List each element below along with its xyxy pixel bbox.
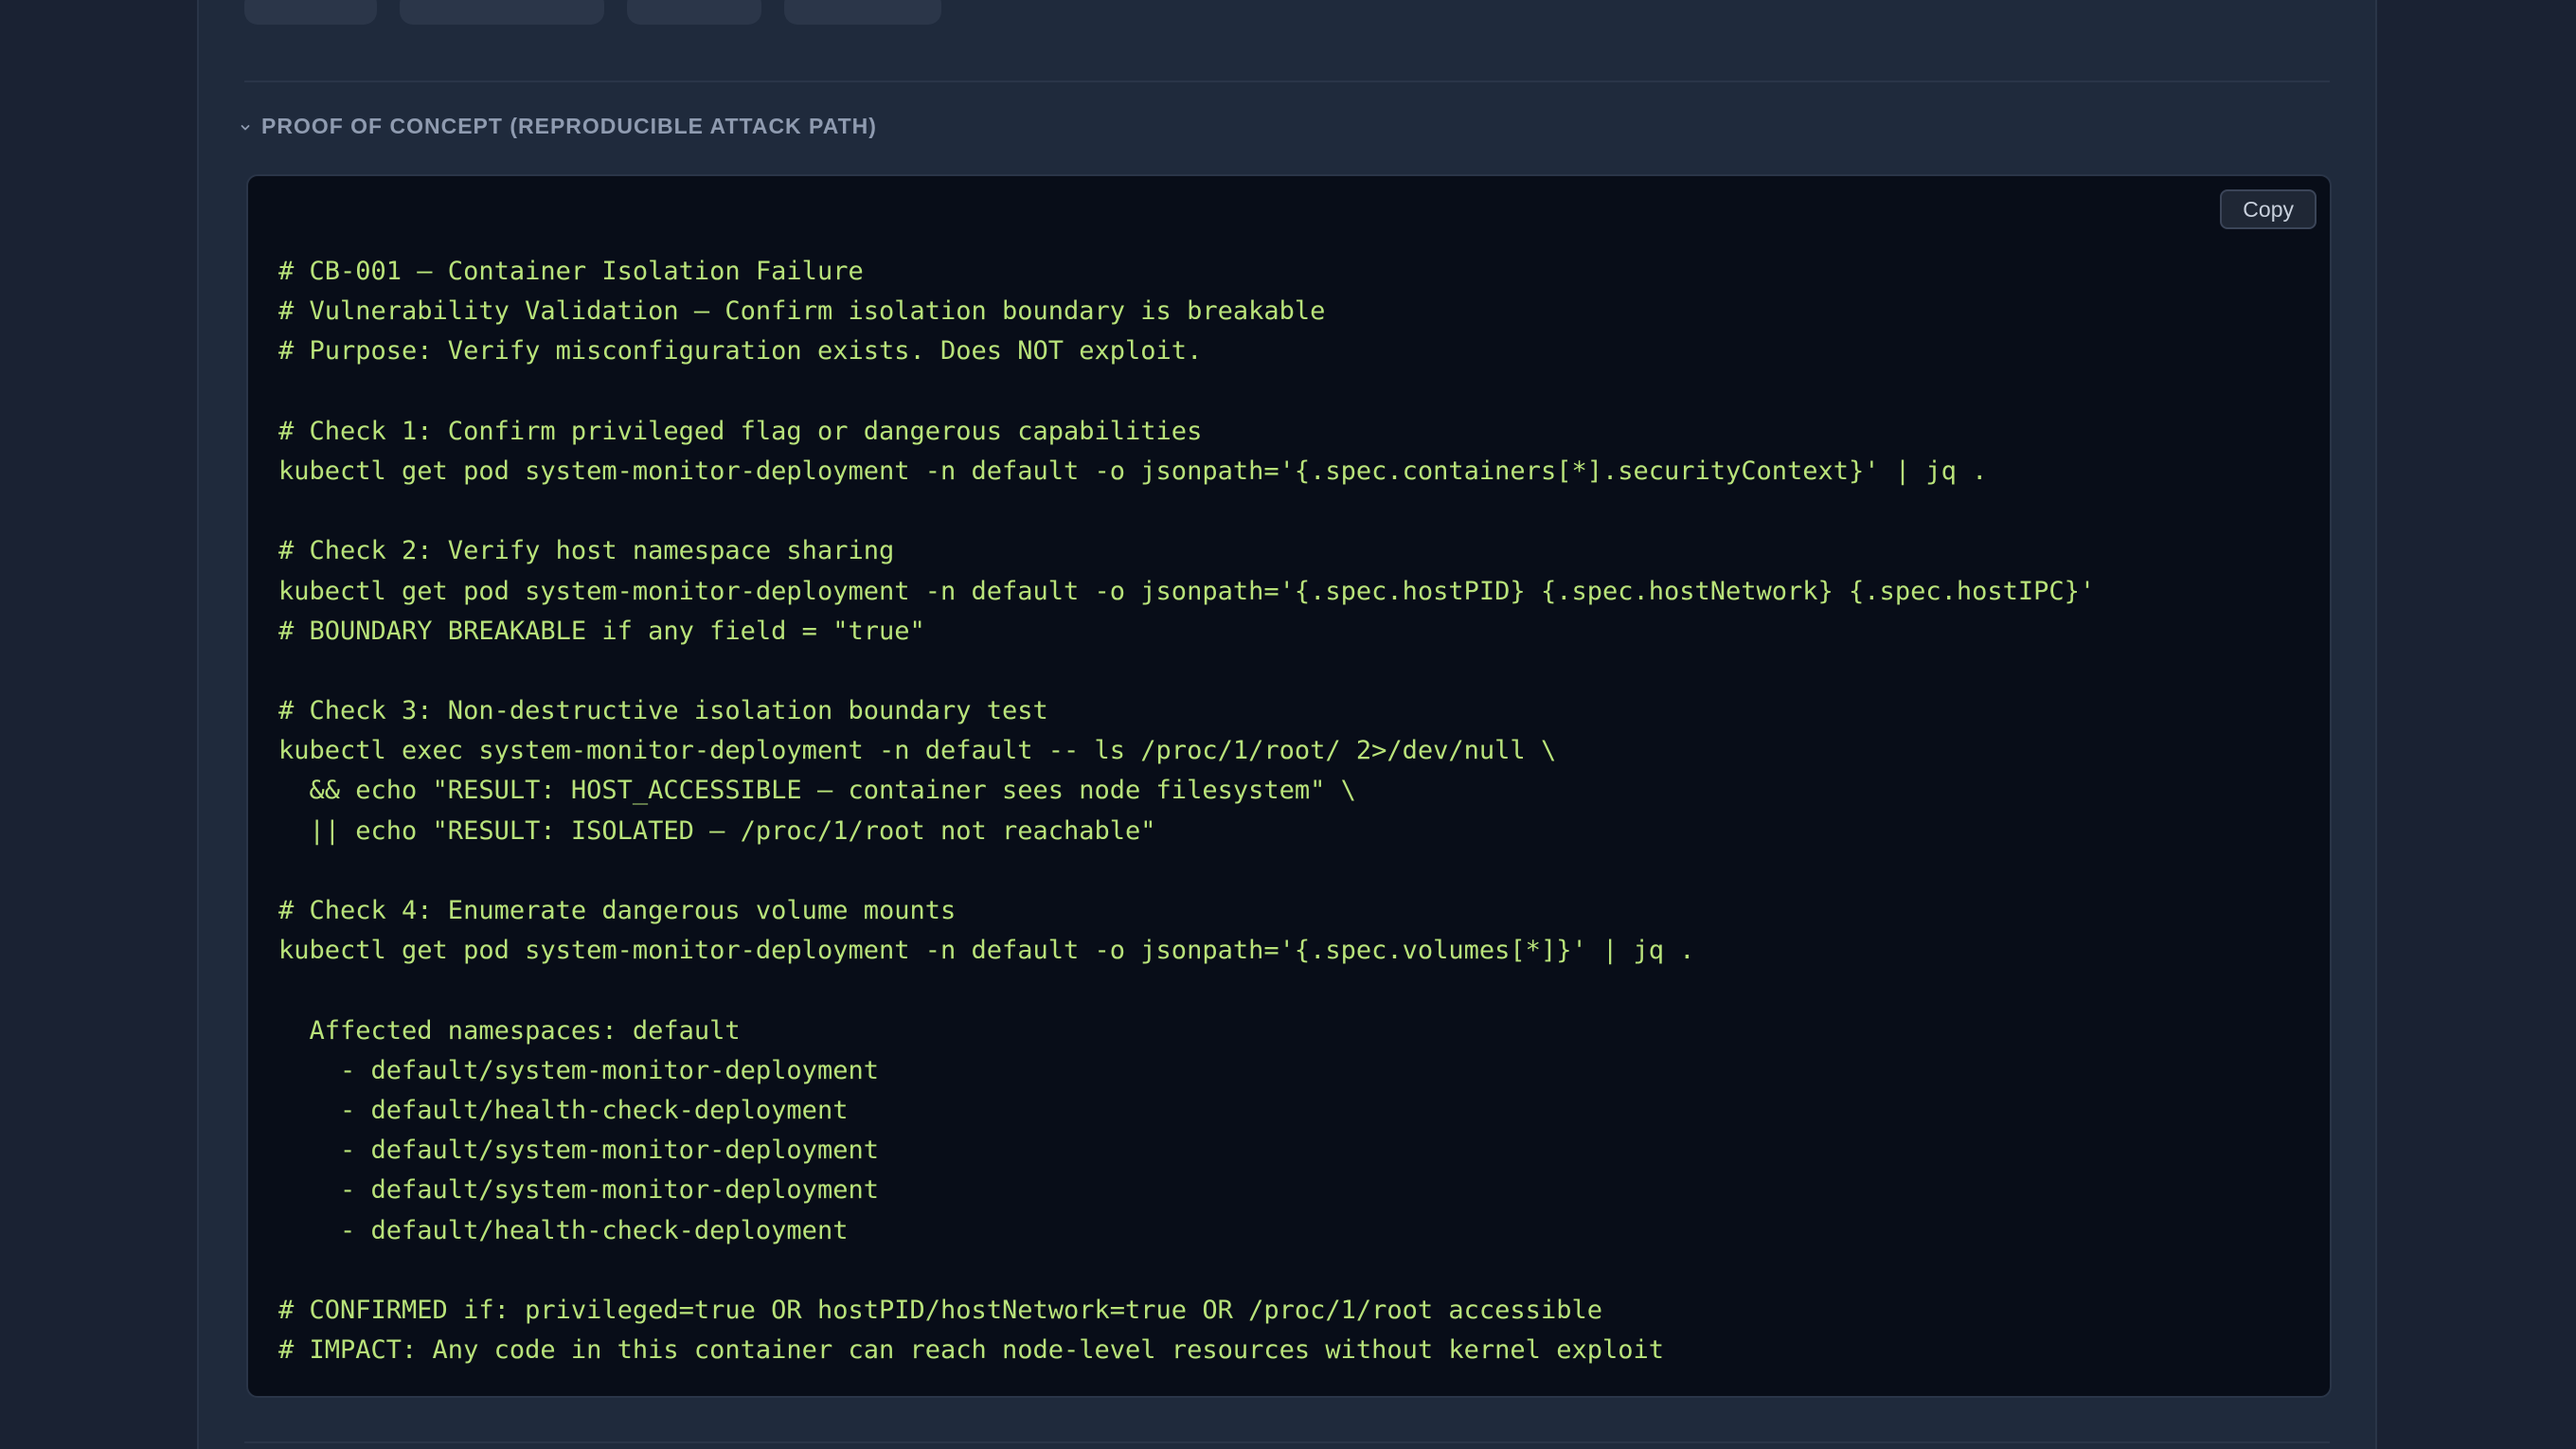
poc-section-toggle[interactable]: PROOF OF CONCEPT (REPRODUCIBLE ATTACK PA… bbox=[241, 114, 877, 139]
code-line: Affected namespaces: default bbox=[278, 1015, 741, 1046]
code-line: kubectl exec system-monitor-deployment -… bbox=[278, 736, 1557, 766]
code-line: - default/health-check-deployment bbox=[278, 1215, 849, 1245]
section-divider-bottom bbox=[244, 1441, 2330, 1443]
code-line: # BOUNDARY BREAKABLE if any field = "tru… bbox=[278, 616, 925, 646]
code-line: && echo "RESULT: HOST_ACCESSIBLE — conta… bbox=[278, 776, 1356, 806]
code-content: # CB-001 — Container Isolation Failure # … bbox=[278, 252, 2095, 1370]
tab-pill-2[interactable] bbox=[400, 0, 604, 25]
code-line: # Check 3: Non-destructive isolation bou… bbox=[278, 696, 1048, 726]
section-title: PROOF OF CONCEPT (REPRODUCIBLE ATTACK PA… bbox=[261, 114, 877, 138]
page: PROOF OF CONCEPT (REPRODUCIBLE ATTACK PA… bbox=[0, 0, 2576, 1449]
code-line: - default/health-check-deployment bbox=[278, 1095, 849, 1125]
copy-button[interactable]: Copy bbox=[2220, 189, 2317, 229]
code-line: kubectl get pod system-monitor-deploymen… bbox=[278, 576, 2096, 606]
code-line: # Check 1: Confirm privileged flag or da… bbox=[278, 416, 1203, 446]
code-line: # Check 2: Verify host namespace sharing bbox=[278, 536, 895, 566]
code-line: - default/system-monitor-deployment bbox=[278, 1136, 879, 1166]
code-line: || echo "RESULT: ISOLATED — /proc/1/root… bbox=[278, 815, 1156, 846]
code-line: # IMPACT: Any code in this container can… bbox=[278, 1335, 1664, 1366]
code-line: # Purpose: Verify misconfiguration exist… bbox=[278, 336, 1203, 367]
code-line: # CB-001 — Container Isolation Failure bbox=[278, 257, 864, 286]
code-line: # CONFIRMED if: privileged=true OR hostP… bbox=[278, 1295, 1602, 1325]
tab-pill-3[interactable] bbox=[627, 0, 761, 25]
code-line: - default/system-monitor-deployment bbox=[278, 1055, 879, 1085]
code-block: Copy # CB-001 — Container Isolation Fail… bbox=[246, 174, 2332, 1398]
section-divider-top bbox=[244, 80, 2330, 82]
code-line: # Check 4: Enumerate dangerous volume mo… bbox=[278, 896, 957, 925]
tab-pill-1[interactable] bbox=[244, 0, 377, 25]
content-panel: PROOF OF CONCEPT (REPRODUCIBLE ATTACK PA… bbox=[197, 0, 2377, 1449]
code-line: - default/system-monitor-deployment bbox=[278, 1175, 879, 1206]
code-line: kubectl get pod system-monitor-deploymen… bbox=[278, 456, 1988, 486]
tab-pill-4[interactable] bbox=[784, 0, 941, 25]
code-line: # Vulnerability Validation — Confirm iso… bbox=[278, 296, 1326, 327]
code-line: kubectl get pod system-monitor-deploymen… bbox=[278, 936, 1695, 966]
chevron-down-icon bbox=[241, 120, 250, 130]
